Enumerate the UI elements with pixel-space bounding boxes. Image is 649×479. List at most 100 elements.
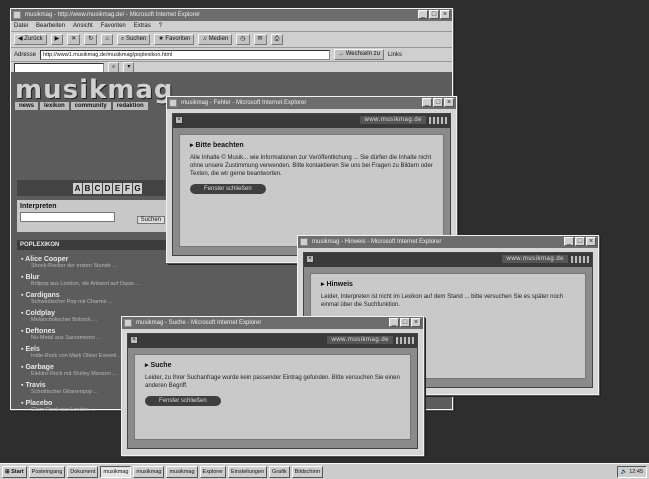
favorites-button[interactable]: ★ Favoriten <box>154 34 195 45</box>
popup3-header: × www.musikmag.de <box>128 334 417 348</box>
mail-icon[interactable]: ✉ <box>253 34 267 45</box>
nav-community[interactable]: community <box>70 102 111 110</box>
taskbar-item[interactable]: Grafik <box>269 465 290 478</box>
artist-search-box: Interpreten Suchen <box>17 200 169 232</box>
forward-button[interactable]: ▶ <box>50 34 64 45</box>
start-button[interactable]: ⊞ Start <box>2 465 27 478</box>
back-button[interactable]: ◀ Zurück <box>14 34 47 45</box>
close-icon[interactable]: × <box>130 336 138 344</box>
popup3-close-button[interactable]: Fenster schließen <box>145 396 221 406</box>
address-input[interactable]: http://www1.musikmag.de/musikmag/poplexi… <box>40 49 331 60</box>
popup1-text: Alle Inhalte © Musik... wie Informatione… <box>190 155 433 177</box>
media-button[interactable]: ♫ Medien <box>198 34 233 45</box>
taskbar-item[interactable]: Bildschirm <box>291 465 324 478</box>
browser-app-icon <box>13 11 21 19</box>
list-item[interactable]: CardigansSchwedischer Pop mit Charme ... <box>21 292 321 305</box>
minimize-button[interactable]: _ <box>564 237 574 246</box>
maximize-button[interactable]: □ <box>433 98 443 107</box>
taskbar-item[interactable]: musikmag <box>166 465 198 478</box>
alpha-d[interactable]: D <box>103 182 112 194</box>
close-button[interactable]: × <box>586 237 596 246</box>
popup2-heading: Hinweis <box>321 280 575 288</box>
menu-favorites[interactable]: Favoriten <box>101 23 126 29</box>
site-logo[interactable]: musikmag <box>15 75 174 105</box>
menu-bar: Datei Bearbeiten Ansicht Favoriten Extra… <box>11 21 452 32</box>
popup1-header: × www.musikmag.de <box>173 114 450 128</box>
menu-edit[interactable]: Bearbeiten <box>36 23 65 29</box>
popup3-site: www.musikmag.de <box>327 336 393 344</box>
popup3-title: musikmag - Suche - Microsoft Internet Ex… <box>136 320 262 326</box>
menu-help[interactable]: ? <box>159 23 162 29</box>
close-icon[interactable]: × <box>306 255 314 263</box>
close-button[interactable]: × <box>411 318 421 327</box>
list-item[interactable]: BlurBritpop aus London, die Antwort auf … <box>21 274 321 287</box>
address-label: Adresse <box>14 51 37 58</box>
refresh-icon[interactable]: ↻ <box>84 34 98 45</box>
popup3-titlebar[interactable]: musikmag - Suche - Microsoft Internet Ex… <box>122 317 423 329</box>
taskbar-item[interactable]: Explorer <box>199 465 227 478</box>
close-icon[interactable]: × <box>175 116 183 124</box>
taskbar-item[interactable]: musikmag <box>133 465 165 478</box>
alpha-b[interactable]: B <box>83 182 92 194</box>
popup3-app-icon <box>124 319 132 327</box>
taskbar-item[interactable]: Posteingang <box>28 465 66 478</box>
menu-tools[interactable]: Extras <box>134 23 151 29</box>
popup2-text: Leider, Interpreten ist nicht im Lexikon… <box>321 294 564 308</box>
menu-view[interactable]: Ansicht <box>73 23 93 29</box>
popup3-content: × www.musikmag.de Suche Leider, zu Ihrer… <box>127 333 418 449</box>
taskbar-item[interactable]: Dokument <box>67 465 99 478</box>
alpha-g[interactable]: G <box>133 182 142 194</box>
alpha-a[interactable]: A <box>73 182 82 194</box>
alpha-f[interactable]: F <box>123 182 132 194</box>
browser-titlebar[interactable]: musikmag - http://www.musikmag.de/ - Mic… <box>11 9 452 21</box>
nav-redaktion[interactable]: redaktion <box>112 102 148 110</box>
minimize-button[interactable]: _ <box>422 98 432 107</box>
clock: 12:45 <box>629 468 643 475</box>
search-button[interactable]: ⌕ Suchen <box>116 34 151 45</box>
popup3-text: Leider, zu Ihrer Suchanfrage wurde kein … <box>145 375 400 389</box>
taskbar: ⊞ Start Posteingang Dokument musikmag mu… <box>0 463 649 479</box>
history-icon[interactable]: ◷ <box>236 34 250 45</box>
popup1-body: Bitte beachten Alle Inhalte © Musik... w… <box>179 134 444 247</box>
taskbar-item[interactable]: Einstellungen <box>228 465 268 478</box>
stop-icon[interactable]: ✕ <box>67 34 81 45</box>
maximize-button[interactable]: □ <box>429 10 439 19</box>
alpha-c[interactable]: C <box>93 182 102 194</box>
close-button[interactable]: × <box>444 98 454 107</box>
popup2-title: musikmag - Hinweis - Microsoft Internet … <box>312 239 442 245</box>
print-icon[interactable]: ⎙ <box>270 34 284 45</box>
home-icon[interactable]: ⌂ <box>101 34 113 45</box>
menu-file[interactable]: Datei <box>14 23 28 29</box>
alpha-e[interactable]: E <box>113 182 122 194</box>
artist-search-button[interactable]: Suchen <box>136 216 165 224</box>
artist-search-input[interactable] <box>20 212 115 222</box>
links-label[interactable]: Links <box>388 52 402 58</box>
taskbar-item-active[interactable]: musikmag <box>100 465 132 478</box>
close-button[interactable]: × <box>440 10 450 19</box>
browser-title: musikmag - http://www.musikmag.de/ - Mic… <box>25 12 201 18</box>
alphabet-index: A B C D E F G <box>17 180 165 196</box>
popup2-app-icon <box>300 238 308 246</box>
nav-news[interactable]: news <box>15 102 39 110</box>
search-label: Interpreten <box>20 203 57 210</box>
popup2-header: × www.musikmag.de <box>304 253 592 267</box>
maximize-button[interactable]: □ <box>575 237 585 246</box>
minimize-button[interactable]: _ <box>418 10 428 19</box>
minimize-button[interactable]: _ <box>389 318 399 327</box>
popup2-titlebar[interactable]: musikmag - Hinweis - Microsoft Internet … <box>298 236 598 248</box>
popup3-body: Suche Leider, zu Ihrer Suchanfrage wurde… <box>134 354 411 440</box>
popup1-site: www.musikmag.de <box>360 116 426 124</box>
popup3-stripe-decoration <box>396 337 414 344</box>
nav-lexikon[interactable]: lexikon <box>40 102 69 110</box>
address-bar: Adresse http://www1.musikmag.de/musikmag… <box>11 48 452 62</box>
popup1-app-icon <box>169 99 177 107</box>
popup2-stripe-decoration <box>571 256 589 263</box>
popup1-close-button[interactable]: Fenster schließen <box>190 184 266 194</box>
go-button[interactable]: → Wechseln zu <box>334 49 384 60</box>
popup1-titlebar[interactable]: musikmag - Fehler - Microsoft Internet E… <box>167 97 456 109</box>
popup2-site: www.musikmag.de <box>502 255 568 263</box>
standard-toolbar: ◀ Zurück ▶ ✕ ↻ ⌂ ⌕ Suchen ★ Favoriten ♫ … <box>11 32 452 48</box>
toolbar-search-field[interactable] <box>14 62 104 73</box>
maximize-button[interactable]: □ <box>400 318 410 327</box>
site-nav: news lexikon community redaktion <box>15 102 148 110</box>
